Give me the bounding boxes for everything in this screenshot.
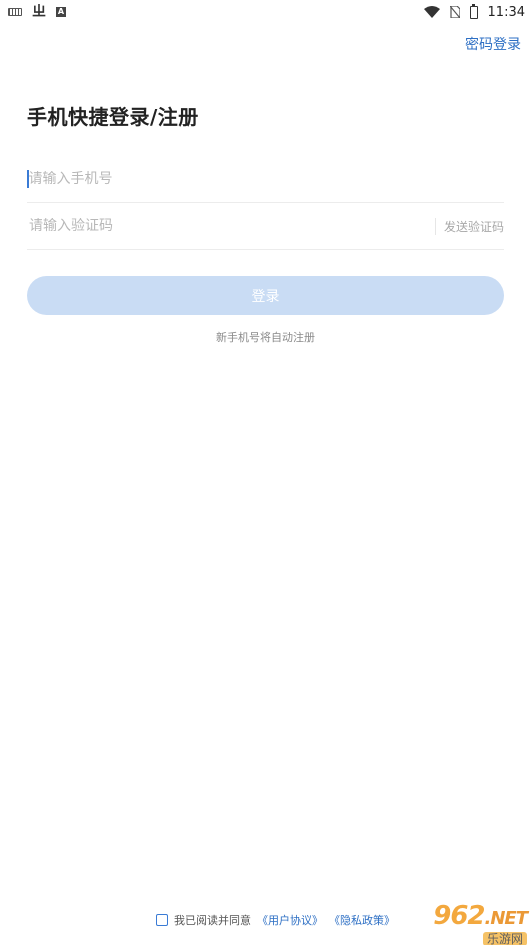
login-button[interactable]: 登录 — [27, 276, 504, 315]
watermark-top: 962.NET — [433, 901, 528, 932]
status-bar: ㄓ A 11:34 — [0, 0, 531, 24]
privacy-policy-link[interactable]: 《隐私政策》 — [329, 912, 395, 928]
app-glyph-icon: ㄓ — [32, 4, 46, 20]
wifi-icon — [423, 6, 440, 18]
send-code-button[interactable]: 发送验证码 — [434, 217, 504, 235]
user-agreement-link[interactable]: 《用户协议》 — [257, 912, 323, 928]
status-left: ㄓ A — [8, 5, 66, 19]
clock: 11:34 — [487, 4, 525, 20]
battery-icon — [469, 3, 478, 19]
phone-field[interactable] — [26, 156, 504, 203]
no-sim-icon — [449, 6, 460, 18]
agreement-checkbox[interactable] — [156, 914, 168, 926]
phone-input[interactable] — [26, 171, 504, 187]
agreement-row: 我已阅读并同意 《用户协议》 《隐私政策》 — [156, 912, 395, 928]
watermark-bottom: 乐游网 — [482, 932, 527, 945]
code-field[interactable]: 发送验证码 — [27, 203, 504, 250]
keyboard-icon — [8, 8, 22, 16]
verification-code-input[interactable] — [27, 218, 435, 234]
a-badge-icon: A — [56, 7, 66, 17]
status-right: 11:34 — [423, 3, 525, 20]
auto-register-hint: 新手机号将自动注册 — [216, 331, 315, 344]
page-title: 手机快捷登录/注册 — [27, 105, 199, 129]
watermark-suffix: .NET — [484, 908, 528, 929]
password-login-link[interactable]: 密码登录 — [465, 34, 521, 54]
site-watermark-logo: 962.NET 乐游网 — [397, 901, 528, 945]
agreement-prefix: 我已阅读并同意 — [174, 914, 251, 927]
watermark-number: 962 — [433, 901, 485, 931]
